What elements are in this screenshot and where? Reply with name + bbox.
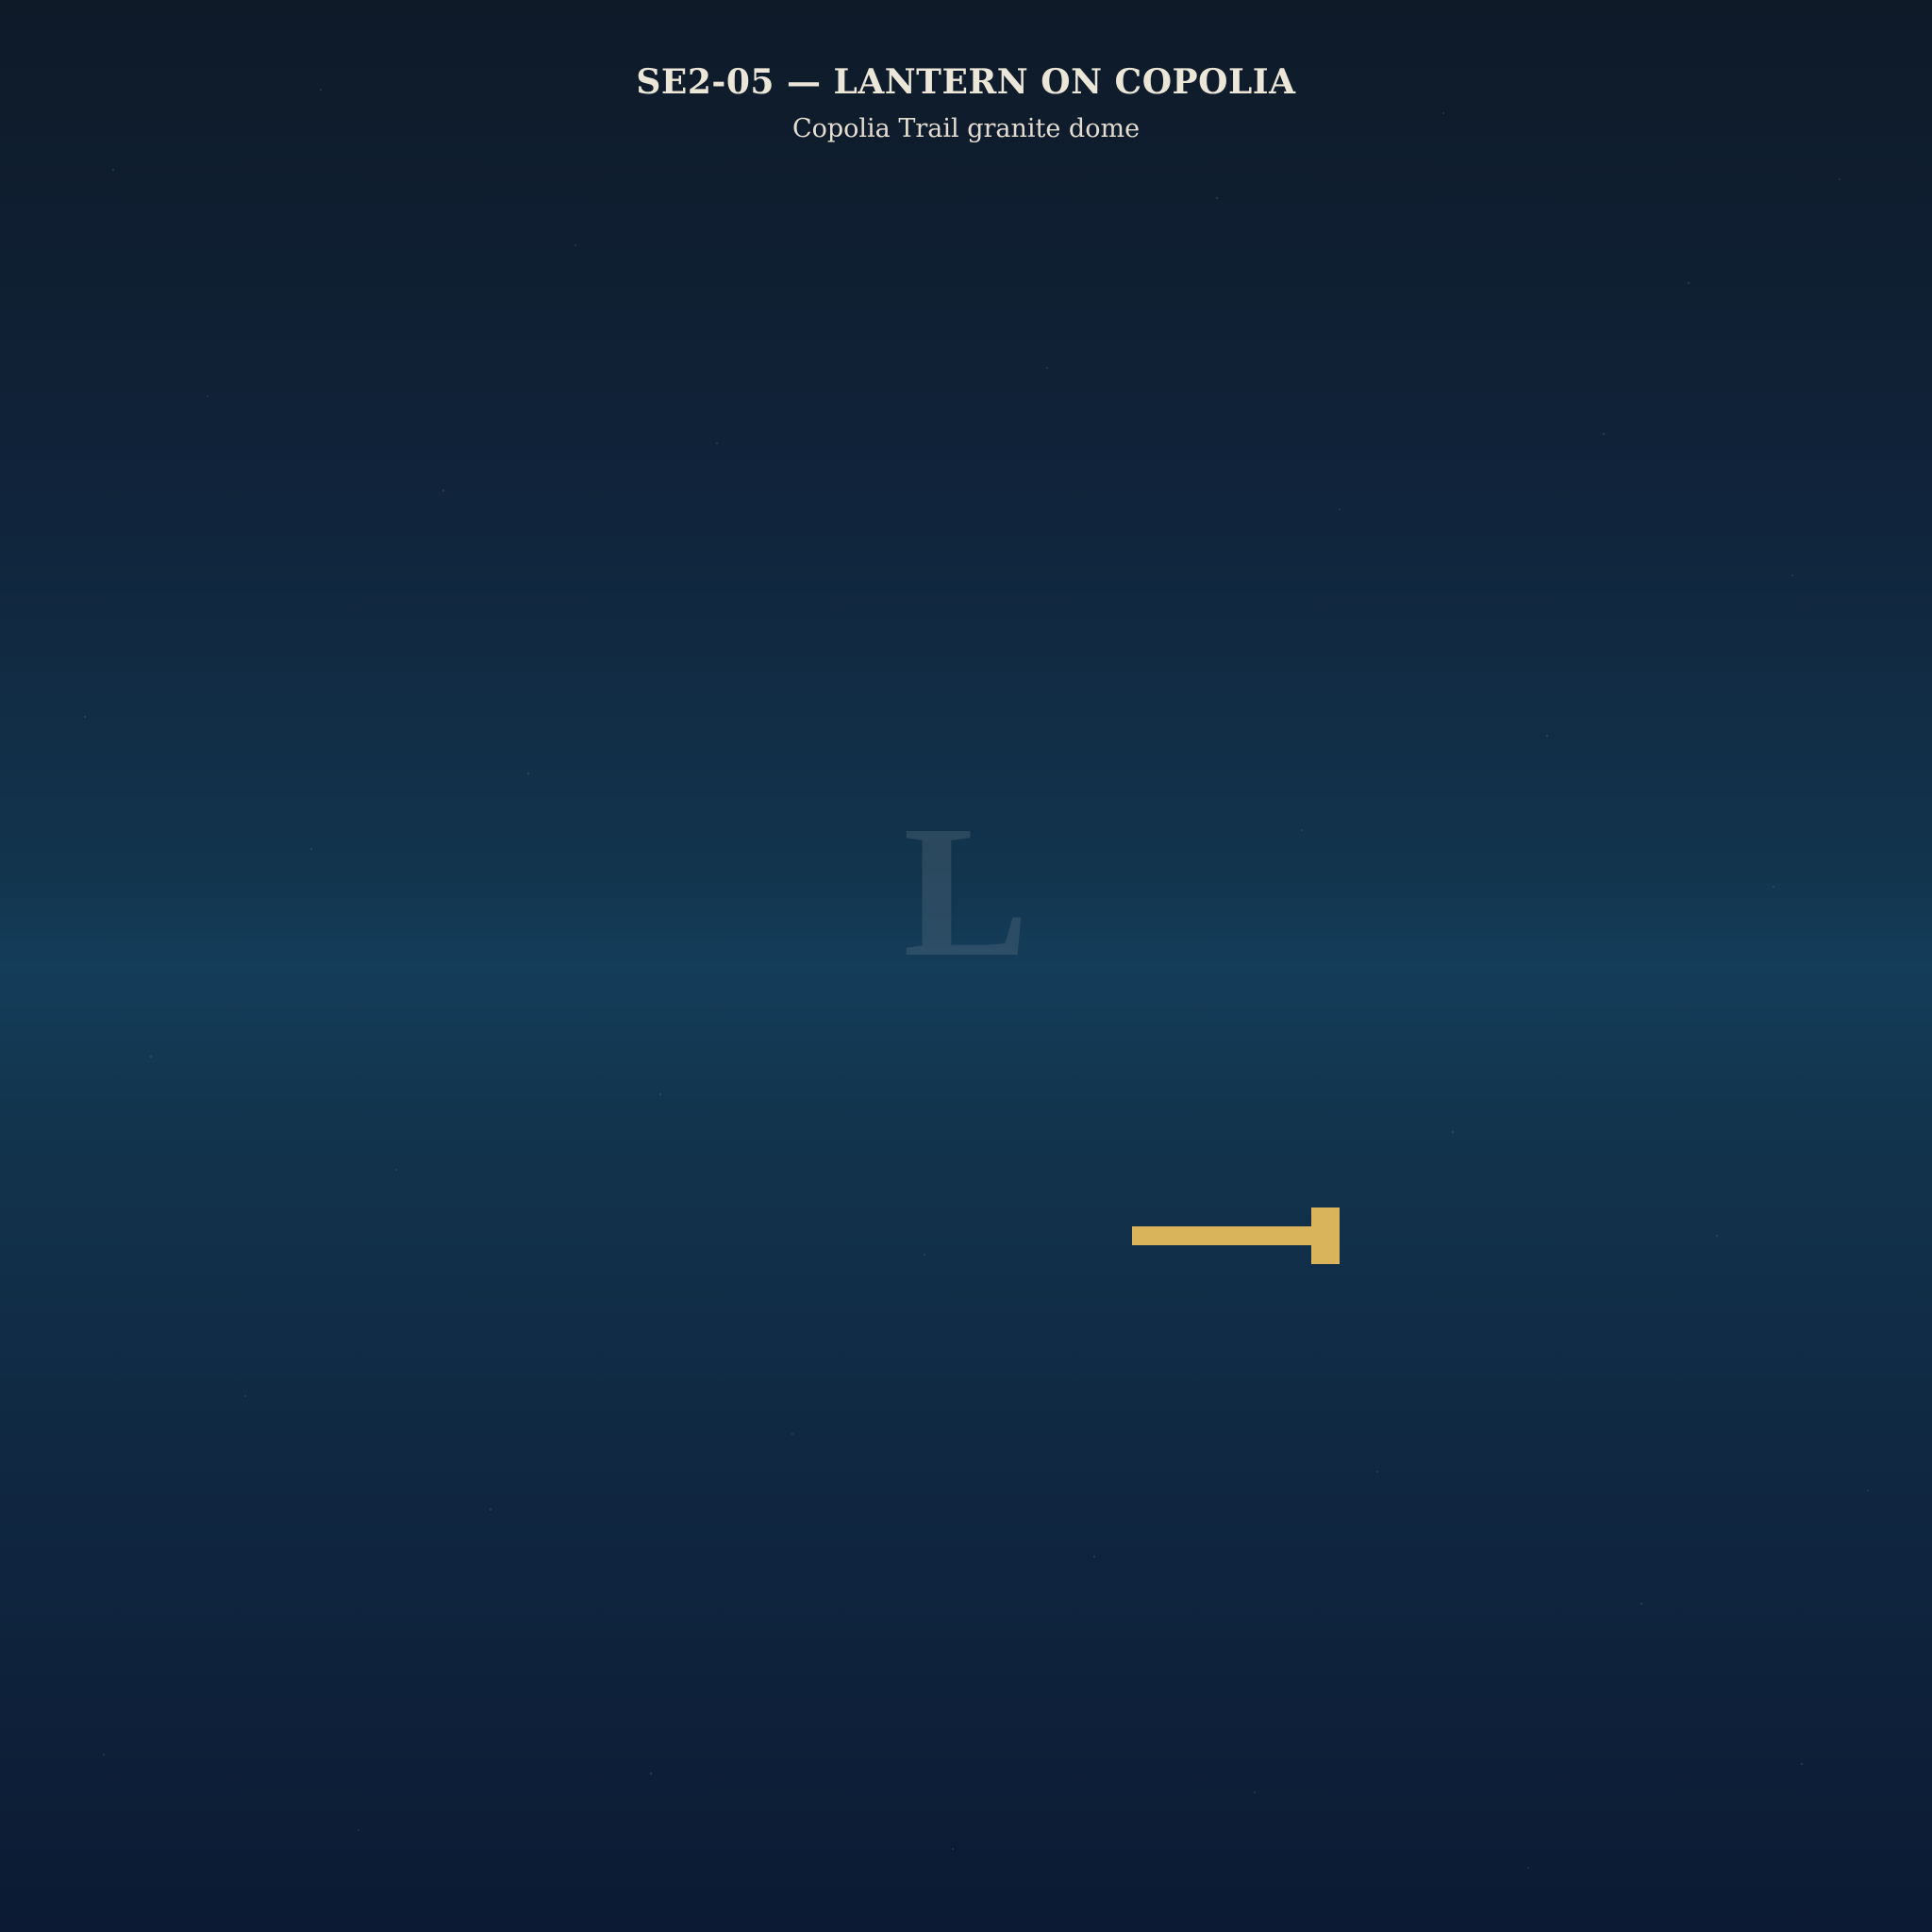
hammer-icon[interactable] [1130, 1206, 1341, 1266]
marker-shaft [1132, 1226, 1313, 1245]
level-title: SE2-05 — LANTERN ON COPOLIA [636, 62, 1296, 102]
marker-cap [1311, 1208, 1340, 1264]
level-header: SE2-05 — LANTERN ON COPOLIA Copolia Trai… [0, 60, 1932, 145]
lantern-letter-glyph: L [903, 788, 1029, 996]
level-subtitle: Copolia Trail granite dome [791, 114, 1141, 143]
